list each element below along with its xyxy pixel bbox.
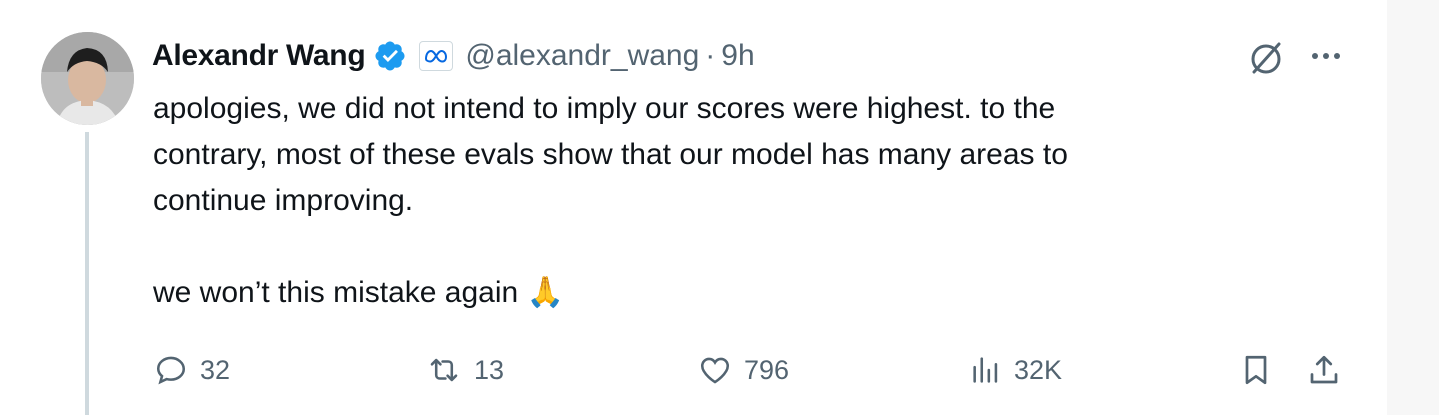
- views-icon: [968, 353, 1004, 387]
- avatar[interactable]: [41, 32, 134, 125]
- grok-icon[interactable]: [1246, 38, 1286, 78]
- repost-icon: [424, 353, 464, 387]
- reply-count: 32: [200, 354, 231, 385]
- views-count: 32K: [1014, 354, 1063, 385]
- like-button[interactable]: 796: [696, 350, 789, 390]
- more-icon[interactable]: [1306, 40, 1346, 74]
- thread-line: [85, 132, 89, 415]
- views-button[interactable]: 32K: [968, 350, 1062, 390]
- like-count: 796: [744, 354, 790, 385]
- verified-badge-icon: [373, 39, 407, 73]
- separator-dot: ·: [705, 39, 716, 72]
- tweet-time[interactable]: 9h: [721, 39, 754, 73]
- tweet-header: Alexandr Wang @alexandr_wang · 9h: [152, 34, 755, 78]
- repost-button[interactable]: 13: [424, 350, 504, 390]
- author-handle[interactable]: @alexandr_wang: [465, 39, 699, 73]
- reply-icon: [152, 353, 190, 387]
- tweet-text: apologies, we did not intend to imply ou…: [153, 92, 1068, 309]
- tweet-card[interactable]: Alexandr Wang @alexandr_wang · 9h apolog…: [0, 0, 1387, 415]
- repost-count: 13: [474, 354, 505, 385]
- bookmark-icon: [1238, 352, 1274, 388]
- bookmark-button[interactable]: [1238, 350, 1274, 390]
- author-name[interactable]: Alexandr Wang: [152, 39, 366, 73]
- reply-button[interactable]: 32: [152, 350, 230, 390]
- share-icon: [1306, 352, 1342, 388]
- heart-icon: [696, 353, 734, 387]
- meta-logo-icon[interactable]: [419, 41, 454, 71]
- share-button[interactable]: [1306, 350, 1342, 390]
